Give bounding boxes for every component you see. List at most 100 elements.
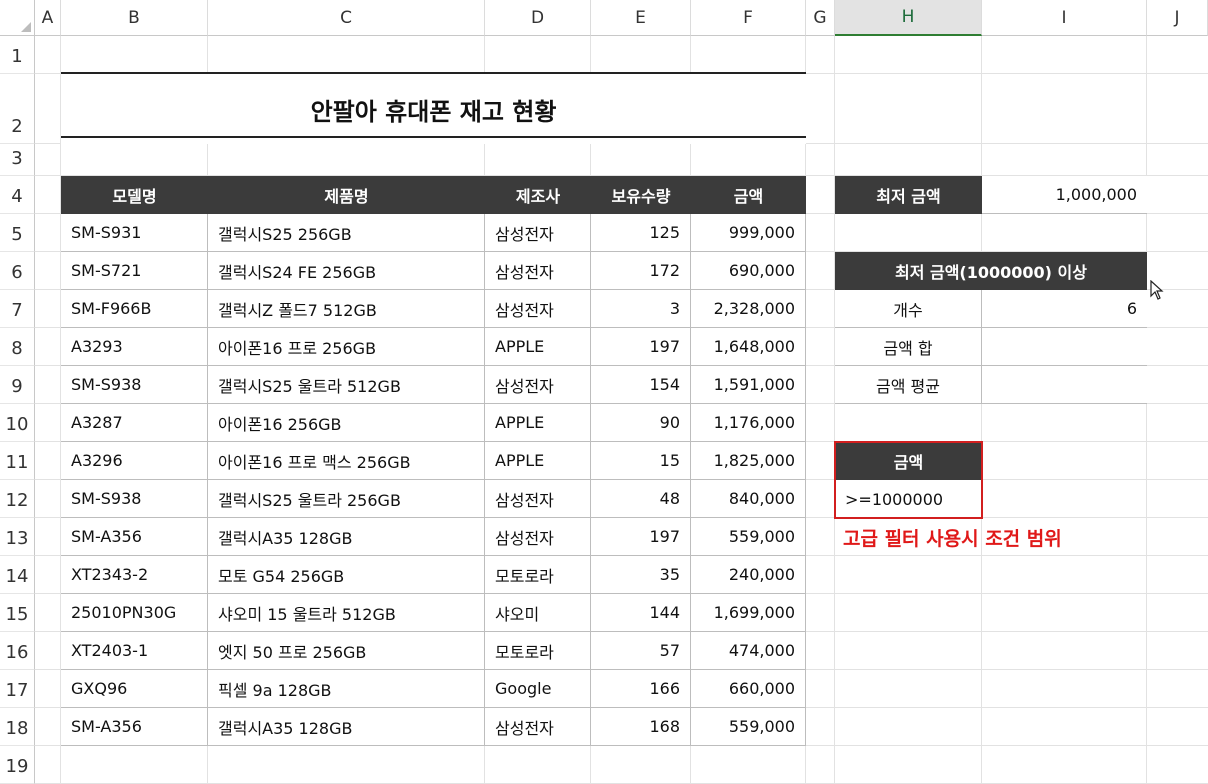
table-cell[interactable]: A3296 — [61, 442, 208, 480]
table-cell[interactable]: 삼성전자 — [485, 518, 591, 556]
table-cell[interactable]: 2,328,000 — [691, 290, 806, 328]
table-cell[interactable]: 172 — [591, 252, 691, 290]
table-cell[interactable]: SM-F966B — [61, 290, 208, 328]
summary-label[interactable]: 금액 합 — [835, 328, 982, 366]
table-cell[interactable]: 660,000 — [691, 670, 806, 708]
table-cell[interactable]: 559,000 — [691, 518, 806, 556]
table-cell[interactable]: 아이폰16 프로 256GB — [208, 328, 485, 366]
column-header-e[interactable]: E — [591, 0, 691, 36]
table-header-cell[interactable]: 제품명 — [208, 176, 485, 214]
min-amount-value[interactable]: 1,000,000 — [982, 176, 1147, 214]
summary-value[interactable] — [982, 366, 1147, 404]
table-cell[interactable]: 690,000 — [691, 252, 806, 290]
table-cell[interactable]: 474,000 — [691, 632, 806, 670]
table-cell[interactable]: SM-A356 — [61, 518, 208, 556]
table-cell[interactable]: 25010PN30G — [61, 594, 208, 632]
row-header-12[interactable]: 12 — [0, 480, 35, 518]
table-cell[interactable]: 모토로라 — [485, 632, 591, 670]
row-header-16[interactable]: 16 — [0, 632, 35, 670]
table-cell[interactable]: 125 — [591, 214, 691, 252]
column-header-g[interactable]: G — [806, 0, 835, 36]
table-cell[interactable]: 166 — [591, 670, 691, 708]
table-cell[interactable]: 삼성전자 — [485, 480, 591, 518]
table-cell[interactable]: APPLE — [485, 328, 591, 366]
table-cell[interactable]: 35 — [591, 556, 691, 594]
table-cell[interactable]: 144 — [591, 594, 691, 632]
table-cell[interactable]: SM-S721 — [61, 252, 208, 290]
table-cell[interactable]: 3 — [591, 290, 691, 328]
column-header-j[interactable]: J — [1147, 0, 1208, 36]
table-cell[interactable]: 559,000 — [691, 708, 806, 746]
table-cell[interactable]: XT2403-1 — [61, 632, 208, 670]
row-header-5[interactable]: 5 — [0, 214, 35, 252]
table-cell[interactable]: A3287 — [61, 404, 208, 442]
table-cell[interactable]: APPLE — [485, 442, 591, 480]
summary-label[interactable]: 개수 — [835, 290, 982, 328]
table-cell[interactable]: 154 — [591, 366, 691, 404]
summary-header[interactable]: 최저 금액(1000000) 이상 — [835, 252, 1147, 290]
row-header-6[interactable]: 6 — [0, 252, 35, 290]
table-cell[interactable]: 15 — [591, 442, 691, 480]
table-cell[interactable]: 엣지 50 프로 256GB — [208, 632, 485, 670]
table-cell[interactable]: 197 — [591, 328, 691, 366]
row-header-2[interactable]: 2 — [0, 74, 35, 144]
row-header-11[interactable]: 11 — [0, 442, 35, 480]
table-cell[interactable]: 1,176,000 — [691, 404, 806, 442]
table-cell[interactable]: 삼성전자 — [485, 290, 591, 328]
table-cell[interactable]: 갤럭시S25 울트라 512GB — [208, 366, 485, 404]
table-cell[interactable]: 240,000 — [691, 556, 806, 594]
row-header-17[interactable]: 17 — [0, 670, 35, 708]
table-cell[interactable]: 삼성전자 — [485, 366, 591, 404]
column-header-d[interactable]: D — [485, 0, 591, 36]
row-header-10[interactable]: 10 — [0, 404, 35, 442]
column-header-b[interactable]: B — [61, 0, 208, 36]
table-cell[interactable]: SM-A356 — [61, 708, 208, 746]
table-cell[interactable]: SM-S931 — [61, 214, 208, 252]
row-header-3[interactable]: 3 — [0, 144, 35, 176]
summary-label[interactable]: 금액 평균 — [835, 366, 982, 404]
column-header-h[interactable]: H — [835, 0, 982, 36]
table-header-cell[interactable]: 금액 — [691, 176, 806, 214]
row-header-15[interactable]: 15 — [0, 594, 35, 632]
table-cell[interactable]: 갤럭시S24 FE 256GB — [208, 252, 485, 290]
table-header-cell[interactable]: 모델명 — [61, 176, 208, 214]
column-header-i[interactable]: I — [982, 0, 1147, 36]
table-cell[interactable]: 갤럭시A35 128GB — [208, 518, 485, 556]
row-header-7[interactable]: 7 — [0, 290, 35, 328]
summary-value[interactable]: 6 — [982, 290, 1147, 328]
table-cell[interactable]: 48 — [591, 480, 691, 518]
table-cell[interactable]: SM-S938 — [61, 480, 208, 518]
column-header-f[interactable]: F — [691, 0, 806, 36]
column-header-a[interactable]: A — [35, 0, 61, 36]
row-header-18[interactable]: 18 — [0, 708, 35, 746]
table-cell[interactable]: 아이폰16 프로 맥스 256GB — [208, 442, 485, 480]
row-header-13[interactable]: 13 — [0, 518, 35, 556]
table-header-cell[interactable]: 제조사 — [485, 176, 591, 214]
table-cell[interactable]: 197 — [591, 518, 691, 556]
table-cell[interactable]: Google — [485, 670, 591, 708]
row-header-4[interactable]: 4 — [0, 176, 35, 214]
table-cell[interactable]: 아이폰16 256GB — [208, 404, 485, 442]
table-cell[interactable]: GXQ96 — [61, 670, 208, 708]
table-cell[interactable]: 840,000 — [691, 480, 806, 518]
table-cell[interactable]: 모토로라 — [485, 556, 591, 594]
table-cell[interactable]: 삼성전자 — [485, 708, 591, 746]
row-header-9[interactable]: 9 — [0, 366, 35, 404]
table-cell[interactable]: A3293 — [61, 328, 208, 366]
row-header-1[interactable]: 1 — [0, 36, 35, 74]
table-cell[interactable]: 모토 G54 256GB — [208, 556, 485, 594]
table-cell[interactable]: 1,648,000 — [691, 328, 806, 366]
table-cell[interactable]: 999,000 — [691, 214, 806, 252]
table-cell[interactable]: 90 — [591, 404, 691, 442]
select-all-corner[interactable] — [0, 0, 35, 36]
table-header-cell[interactable]: 보유수량 — [591, 176, 691, 214]
table-cell[interactable]: 삼성전자 — [485, 214, 591, 252]
table-cell[interactable]: 57 — [591, 632, 691, 670]
table-cell[interactable]: XT2343-2 — [61, 556, 208, 594]
min-amount-label[interactable]: 최저 금액 — [835, 176, 982, 214]
table-cell[interactable]: 갤럭시Z 폴드7 512GB — [208, 290, 485, 328]
row-header-19[interactable]: 19 — [0, 746, 35, 784]
sheet-title[interactable]: 안팔아 휴대폰 재고 현황 — [61, 74, 806, 144]
table-cell[interactable]: 168 — [591, 708, 691, 746]
table-cell[interactable]: APPLE — [485, 404, 591, 442]
